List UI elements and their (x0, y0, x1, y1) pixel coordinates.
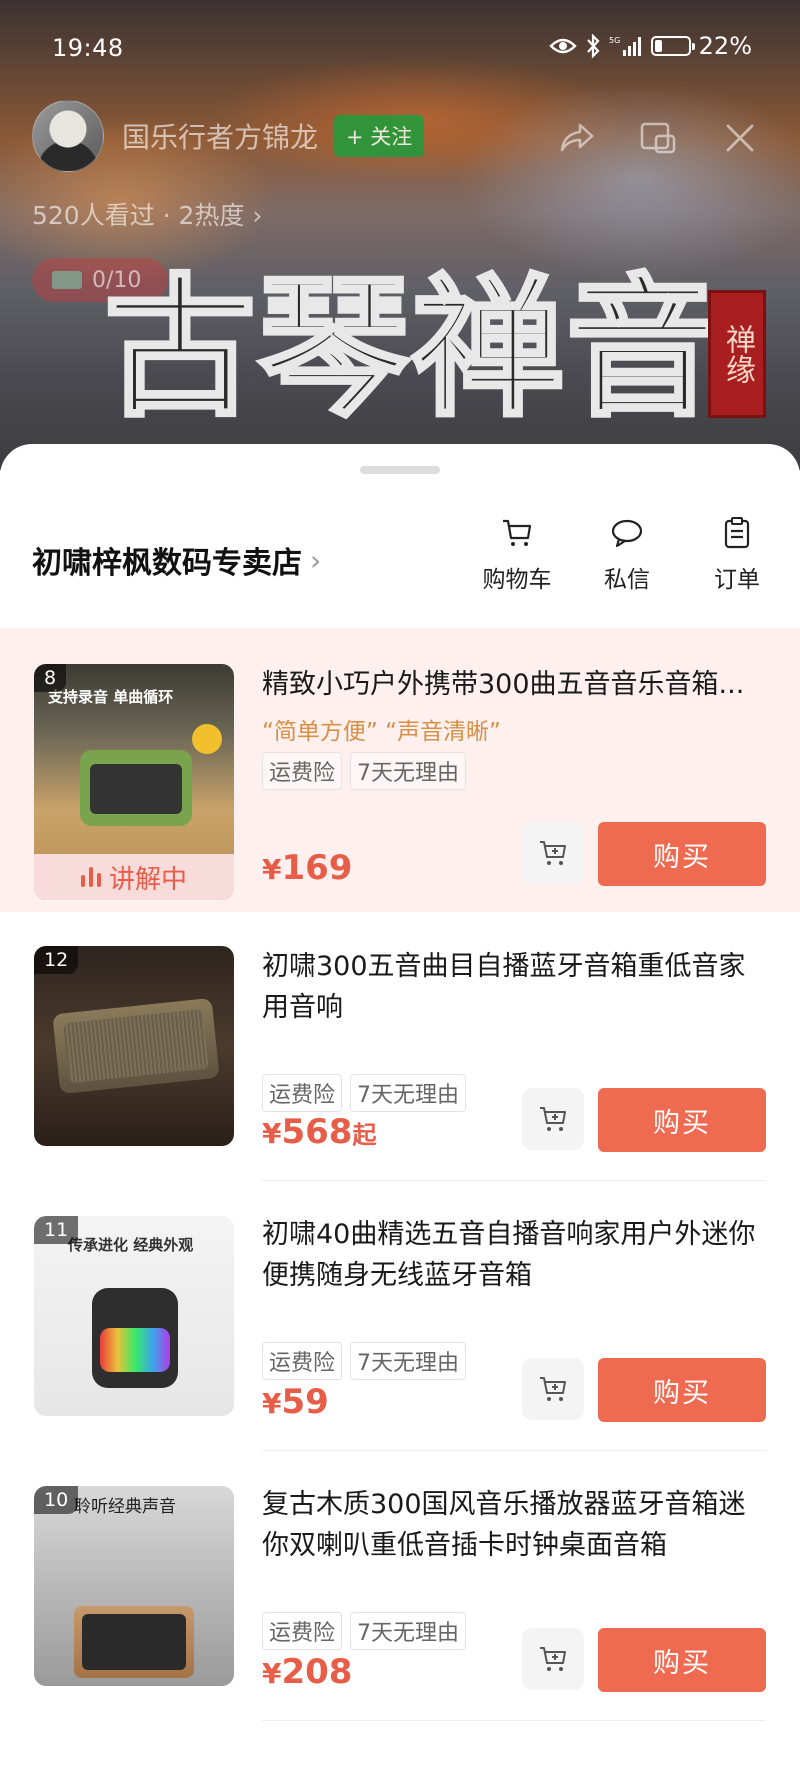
divider (262, 1180, 766, 1181)
status-bar: 19:48 5G 22% (0, 0, 800, 90)
product-rank: 12 (34, 946, 79, 974)
product-card[interactable]: 传承进化 经典外观 11 初啸40曲精选五音自播音响家用户外迷你便携随身无线蓝牙… (0, 1212, 800, 1482)
add-to-cart-button[interactable] (522, 1628, 584, 1690)
add-cart-icon (540, 841, 566, 865)
product-thumbnail[interactable]: 聆听经典声音 10 (34, 1486, 234, 1686)
thumbnail-caption: 支持录音 单曲循环 (48, 688, 174, 706)
product-tags: 运费险 7天无理由 (262, 752, 467, 790)
add-to-cart-button[interactable] (522, 1088, 584, 1150)
add-cart-icon (540, 1647, 566, 1671)
thumbnail-caption: 聆听经典声音 (74, 1497, 176, 1517)
product-price: ¥169 (262, 848, 353, 888)
status-icons: 5G 22% (548, 32, 752, 60)
add-cart-icon (540, 1107, 566, 1131)
live-bars-icon (80, 867, 101, 887)
product-title[interactable]: 复古木质300国风音乐播放器蓝牙音箱迷你双喇叭重低音插卡时钟桌面音箱 (262, 1484, 772, 1566)
host-info: 国乐行者方锦龙 + 关注 (32, 100, 425, 172)
product-tags: 运费险 7天无理由 (262, 1612, 467, 1650)
product-price: ¥208 (262, 1652, 353, 1692)
product-title[interactable]: 精致小巧户外携带300曲五音音乐音箱... (262, 664, 772, 705)
product-card[interactable]: 聆听经典声音 10 复古木质300国风音乐播放器蓝牙音箱迷你双喇叭重低音插卡时钟… (0, 1482, 800, 1752)
share-icon[interactable] (556, 118, 596, 158)
shop-actions: 购物车 私信 订单 (482, 516, 772, 594)
bluetooth-icon (586, 34, 600, 58)
shop-header[interactable]: 初啸梓枫数码专卖店 › (32, 538, 321, 582)
status-time: 19:48 (52, 34, 124, 62)
badge-icon (52, 271, 82, 289)
tag-7day-return: 7天无理由 (350, 1342, 467, 1380)
speaker-image (74, 1606, 194, 1678)
product-thumbnail[interactable]: 12 (34, 946, 234, 1146)
product-thumbnail[interactable]: 支持录音 单曲循环 8 讲解中 (34, 664, 234, 900)
thumbnail-caption: 传承进化 经典外观 (68, 1236, 194, 1254)
eye-icon (548, 38, 577, 54)
banner-title: 古琴禅音 (102, 258, 720, 437)
follow-button[interactable]: + 关注 (334, 115, 425, 157)
explaining-tag: 讲解中 (34, 854, 234, 900)
order-label: 订单 (714, 567, 760, 593)
tag-7day-return: 7天无理由 (350, 1074, 467, 1112)
battery-percent: 22% (698, 32, 752, 60)
tag-7day-return: 7天无理由 (350, 752, 467, 790)
product-slogan: “简单方便” “声音清晰” (262, 719, 501, 745)
product-card[interactable]: 支持录音 单曲循环 8 讲解中 精致小巧户外携带300曲五音音乐音箱... “简… (0, 628, 800, 912)
seal-stamp: 禅缘 (708, 290, 766, 418)
buy-button[interactable]: 购买 (598, 1628, 766, 1692)
tag-shipping-insurance: 运费险 (262, 1342, 343, 1380)
add-cart-icon (540, 1377, 566, 1401)
tag-shipping-insurance: 运费险 (262, 1612, 343, 1650)
product-price: ¥568起 (262, 1112, 377, 1152)
pip-icon[interactable] (638, 118, 678, 158)
product-title[interactable]: 初啸300五音曲目自播蓝牙音箱重低音家用音响 (262, 946, 772, 1028)
buy-button[interactable]: 购买 (598, 822, 766, 886)
speaker-image (92, 1288, 178, 1388)
host-toolbar (556, 118, 760, 158)
product-rank: 8 (34, 664, 67, 692)
battery-icon (650, 36, 695, 56)
product-rank: 11 (34, 1216, 79, 1244)
chevron-right-icon: › (310, 543, 322, 577)
host-avatar[interactable] (32, 100, 104, 172)
order-button[interactable]: 订单 (702, 516, 772, 594)
buy-button[interactable]: 购买 (598, 1088, 766, 1152)
buy-button[interactable]: 购买 (598, 1358, 766, 1422)
product-price: ¥59 (262, 1382, 329, 1422)
message-button[interactable]: 私信 (592, 516, 662, 594)
product-title[interactable]: 初啸40曲精选五音自播音响家用户外迷你便携随身无线蓝牙音箱 (262, 1214, 772, 1296)
explaining-label: 讲解中 (108, 864, 187, 895)
tag-7day-return: 7天无理由 (350, 1612, 467, 1650)
tag-shipping-insurance: 运费险 (262, 752, 343, 790)
tag-shipping-insurance: 运费险 (262, 1074, 343, 1112)
add-to-cart-button[interactable] (522, 1358, 584, 1420)
divider (262, 1720, 766, 1721)
cart-icon (503, 519, 532, 546)
product-tags: 运费险 7天无理由 (262, 1342, 467, 1380)
speaker-image (80, 750, 192, 826)
add-to-cart-button[interactable] (522, 822, 584, 884)
product-card[interactable]: 12 初啸300五音曲目自播蓝牙音箱重低音家用音响 运费险 7天无理由 ¥568… (0, 942, 800, 1212)
product-rank: 10 (34, 1486, 79, 1514)
cart-label: 购物车 (482, 567, 552, 593)
shop-name: 初啸梓枫数码专卖店 (32, 546, 302, 581)
sheet-handle[interactable] (360, 466, 440, 474)
svg-text:5G: 5G (609, 36, 620, 45)
message-icon (611, 519, 643, 548)
close-icon[interactable] (720, 118, 760, 158)
product-tags: 运费险 7天无理由 (262, 1074, 467, 1112)
message-label: 私信 (604, 567, 650, 593)
signal-icon: 5G (609, 36, 641, 56)
viewer-count[interactable]: 520人看过 · 2热度 › (32, 196, 262, 232)
speaker-image (52, 997, 220, 1095)
live-video-background: 19:48 5G 22% 国乐行者方锦龙 + 关注 520人看过 · 2热度 ›… (0, 0, 800, 470)
cart-button[interactable]: 购物车 (482, 516, 552, 594)
product-thumbnail[interactable]: 传承进化 经典外观 11 (34, 1216, 234, 1416)
product-sheet: 初啸梓枫数码专卖店 › 购物车 私信 订单 支持录音 单曲循环 8 讲解中 精致… (0, 444, 800, 1776)
order-icon (724, 517, 750, 549)
divider (262, 1450, 766, 1451)
host-name[interactable]: 国乐行者方锦龙 (122, 116, 318, 156)
